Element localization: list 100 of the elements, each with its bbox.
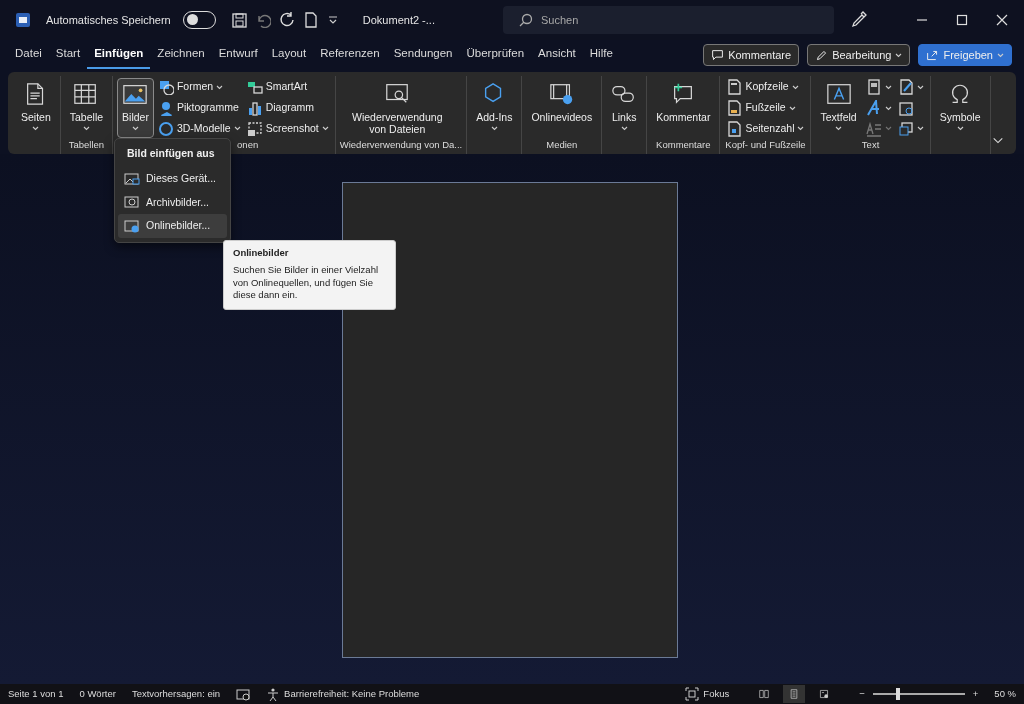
share-button[interactable]: Freigeben — [918, 43, 1012, 67]
new-document-icon — [302, 12, 319, 28]
caret-icon — [132, 126, 139, 132]
text-box-icon — [825, 81, 852, 107]
caret-icon — [835, 126, 843, 132]
wordart-icon — [865, 100, 882, 116]
screenshot-icon — [246, 120, 263, 137]
caret-icon — [884, 126, 892, 132]
ribbon-button[interactable]: Diagramm — [244, 98, 331, 118]
menu-item[interactable]: Onlinebilder... — [118, 214, 227, 238]
picture-monitor-icon — [124, 171, 140, 186]
word-logo-icon — [16, 13, 30, 27]
caret-icon — [997, 52, 1004, 58]
tooltip-title: Onlinebilder — [233, 246, 290, 260]
zoom-level: 50 % — [994, 686, 1016, 701]
globe-page-icon — [819, 687, 830, 701]
caret-icon — [956, 126, 964, 132]
group-label: Kommentare — [656, 139, 711, 150]
ribbon-tab[interactable]: Einfügen — [87, 40, 151, 70]
ribbon-button[interactable]: Kopfzeile — [724, 78, 807, 97]
pen-icon — [850, 11, 868, 29]
caret-icon — [32, 126, 40, 132]
group-label: Wiederverwendung von Da... — [339, 139, 463, 150]
customize-toolbar-icon — [326, 14, 339, 26]
caret-icon — [916, 126, 924, 132]
caret-icon — [895, 52, 903, 58]
ribbon-button[interactable]: SmartArt — [244, 78, 331, 97]
ribbon-button[interactable]: Bilder — [117, 78, 154, 138]
ribbon-tab[interactable]: Hilfe — [582, 40, 620, 70]
caret-icon — [321, 126, 329, 132]
ribbon-button[interactable]: Formen — [155, 78, 243, 97]
drop-cap-icon — [865, 120, 882, 137]
print-layout-button[interactable] — [783, 685, 806, 703]
ribbon-tab[interactable]: Datei — [8, 40, 49, 70]
ribbon-tab[interactable]: Entwurf — [211, 40, 265, 70]
ribbon-tab[interactable]: Layout — [264, 40, 314, 70]
ribbon-button[interactable]: Screenshot — [244, 119, 331, 138]
ribbon-button[interactable]: 3D-Modelle — [155, 119, 243, 138]
ribbon-tab[interactable]: Start — [48, 40, 88, 70]
ribbon-button[interactable]: Symbole — [934, 78, 986, 138]
picture-search-icon — [124, 195, 140, 210]
ribbon-tab[interactable]: Sendungen — [386, 40, 460, 70]
document-parts-icon — [865, 79, 882, 96]
caret-icon — [620, 126, 628, 132]
caret-icon — [216, 84, 224, 90]
zoom-in-button[interactable]: + — [972, 686, 979, 702]
menu-item[interactable]: Dieses Gerät... — [118, 166, 227, 191]
page-count: Seite 1 von 1 — [8, 686, 64, 701]
ribbon-button[interactable]: Seiten — [16, 78, 56, 138]
caret-icon — [791, 84, 799, 90]
redo-icon — [278, 12, 295, 28]
ribbon-tab[interactable]: Überprüfen — [459, 40, 532, 70]
caret-icon — [788, 105, 796, 111]
caret-icon — [233, 126, 241, 132]
maximize-icon — [956, 14, 968, 26]
focus-button[interactable]: Fokus — [685, 686, 730, 702]
save-icon — [231, 12, 247, 28]
group-label: onen — [237, 139, 259, 150]
ribbon-button[interactable]: Links — [606, 78, 643, 138]
ribbon-button[interactable]: Fußzeile — [724, 98, 807, 118]
tooltip-text: Suchen Sie Bilder in einer Vielzahl von Onlinequellen, und fügen Sie diese dann ein. — [233, 264, 380, 302]
autosave-label: Automatisches Speichern — [46, 12, 171, 28]
search-field[interactable]: Suchen — [502, 6, 834, 34]
caret-icon — [797, 126, 805, 132]
ribbon-button[interactable]: Wiederverwendung von Dateien — [339, 78, 455, 138]
video-globe-icon — [548, 81, 575, 107]
speech-bubble-icon — [711, 48, 725, 62]
document-title: Dokument2 -... — [362, 12, 435, 28]
book-icon — [759, 687, 770, 701]
ribbon-tab[interactable]: Zeichnen — [150, 40, 212, 70]
search-icon — [518, 13, 533, 27]
comments-button[interactable]: Kommentare — [703, 43, 800, 67]
close-icon — [996, 14, 1008, 26]
pencil-icon — [815, 48, 829, 62]
accessibility-status[interactable]: Barrierefreiheit: Keine Probleme — [266, 686, 420, 702]
share-icon — [926, 48, 940, 62]
proofing-icon — [236, 687, 251, 701]
ribbon-button[interactable]: Tabelle — [64, 78, 109, 138]
ribbon-tab[interactable]: Referenzen — [313, 40, 387, 70]
ribbon-tab[interactable]: Ansicht — [531, 40, 583, 70]
ribbon-button[interactable]: Onlinevideos — [526, 78, 598, 138]
object-icon — [897, 120, 914, 137]
editing-button[interactable]: Bearbeitung — [807, 43, 911, 67]
zoom-out-button[interactable]: − — [859, 686, 865, 702]
zoom-thumb[interactable] — [895, 688, 900, 700]
ribbon-button[interactable]: Add-Ins — [471, 78, 518, 138]
bar-chart-icon — [246, 100, 263, 116]
group-label: Tabellen — [68, 139, 105, 150]
signature-icon — [897, 79, 914, 96]
menu-title: Bild einfügen aus — [126, 146, 216, 161]
caret-icon — [916, 84, 924, 90]
caret-icon — [884, 105, 892, 111]
ribbon-button[interactable]: Kommentar — [651, 78, 716, 138]
ribbon-button[interactable]: Seitenzahl — [724, 119, 807, 138]
menu-item[interactable]: Archivbilder... — [118, 190, 227, 215]
accessibility-icon — [266, 687, 281, 701]
page-number-icon — [726, 120, 743, 137]
group-label: Text — [861, 139, 880, 150]
ribbon-button[interactable]: Piktogramme — [155, 98, 243, 118]
ribbon-button[interactable]: Textfeld — [815, 78, 862, 138]
